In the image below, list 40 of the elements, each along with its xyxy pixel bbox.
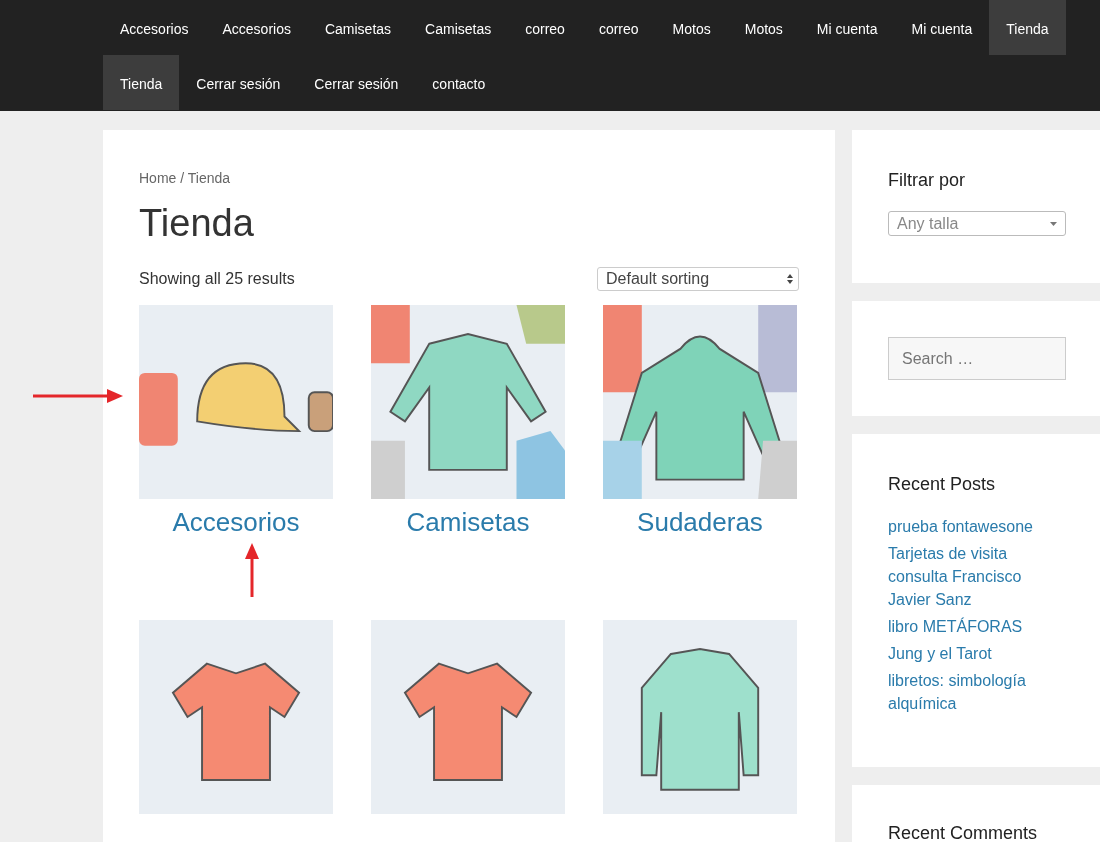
size-filter-dropdown[interactable]: Any talla [888,211,1066,236]
sorting-dropdown[interactable]: Default sorting [597,267,799,291]
nav-link[interactable]: Mi cuenta [799,0,895,55]
nav-link[interactable]: Accesorios [103,0,206,55]
category-link[interactable]: Sudaderas [637,507,763,538]
nav-link[interactable]: Motos [655,0,728,55]
clothing-illustration[interactable] [371,620,565,814]
nav-link[interactable]: Camisetas [408,0,509,55]
post-link[interactable]: prueba fontawesone [888,515,1066,538]
post-link[interactable]: libretos: simbología alquímica [888,669,1066,715]
updown-caret-icon [786,273,794,285]
clothing-illustration[interactable] [139,620,333,814]
widget-title: Recent Posts [888,474,997,495]
page-title: Tienda [139,202,255,245]
breadcrumb: Home / Tienda [139,170,232,186]
nav-link[interactable]: contacto [415,55,503,110]
clothing-illustration[interactable] [603,305,797,499]
nav-link[interactable]: Cerrar sesión [179,55,298,110]
nav-link[interactable]: Cerrar sesión [297,55,416,110]
post-link[interactable]: libro METÁFORAS [888,615,1066,638]
nav-link[interactable]: Motos [727,0,800,55]
nav-link[interactable]: correo [581,0,656,55]
search-field[interactable]: Search … [888,337,1066,380]
nav-link[interactable]: Camisetas [307,0,409,55]
annotation-arrow [245,543,259,597]
accessories-illustration[interactable] [139,305,333,499]
nav-link[interactable]: correo [508,0,582,55]
category-link[interactable]: Camisetas [406,507,530,538]
nav-link[interactable]: Mi cuenta [894,0,990,55]
widget-title: Recent Comments [888,823,1039,842]
widget-title: Filtrar por [888,170,966,191]
clothing-illustration[interactable] [371,305,565,499]
category-link[interactable]: Accesorios [172,507,300,538]
nav-link[interactable]: Accesorios [205,0,308,55]
nav-link[interactable]: Tienda [103,55,180,110]
result-count: Showing all 25 results [139,270,295,288]
caret-icon [1050,221,1057,226]
nav-link[interactable]: Tienda [989,0,1066,55]
post-link[interactable]: Jung y el Tarot [888,642,1066,665]
clothing-illustration[interactable] [603,620,797,814]
